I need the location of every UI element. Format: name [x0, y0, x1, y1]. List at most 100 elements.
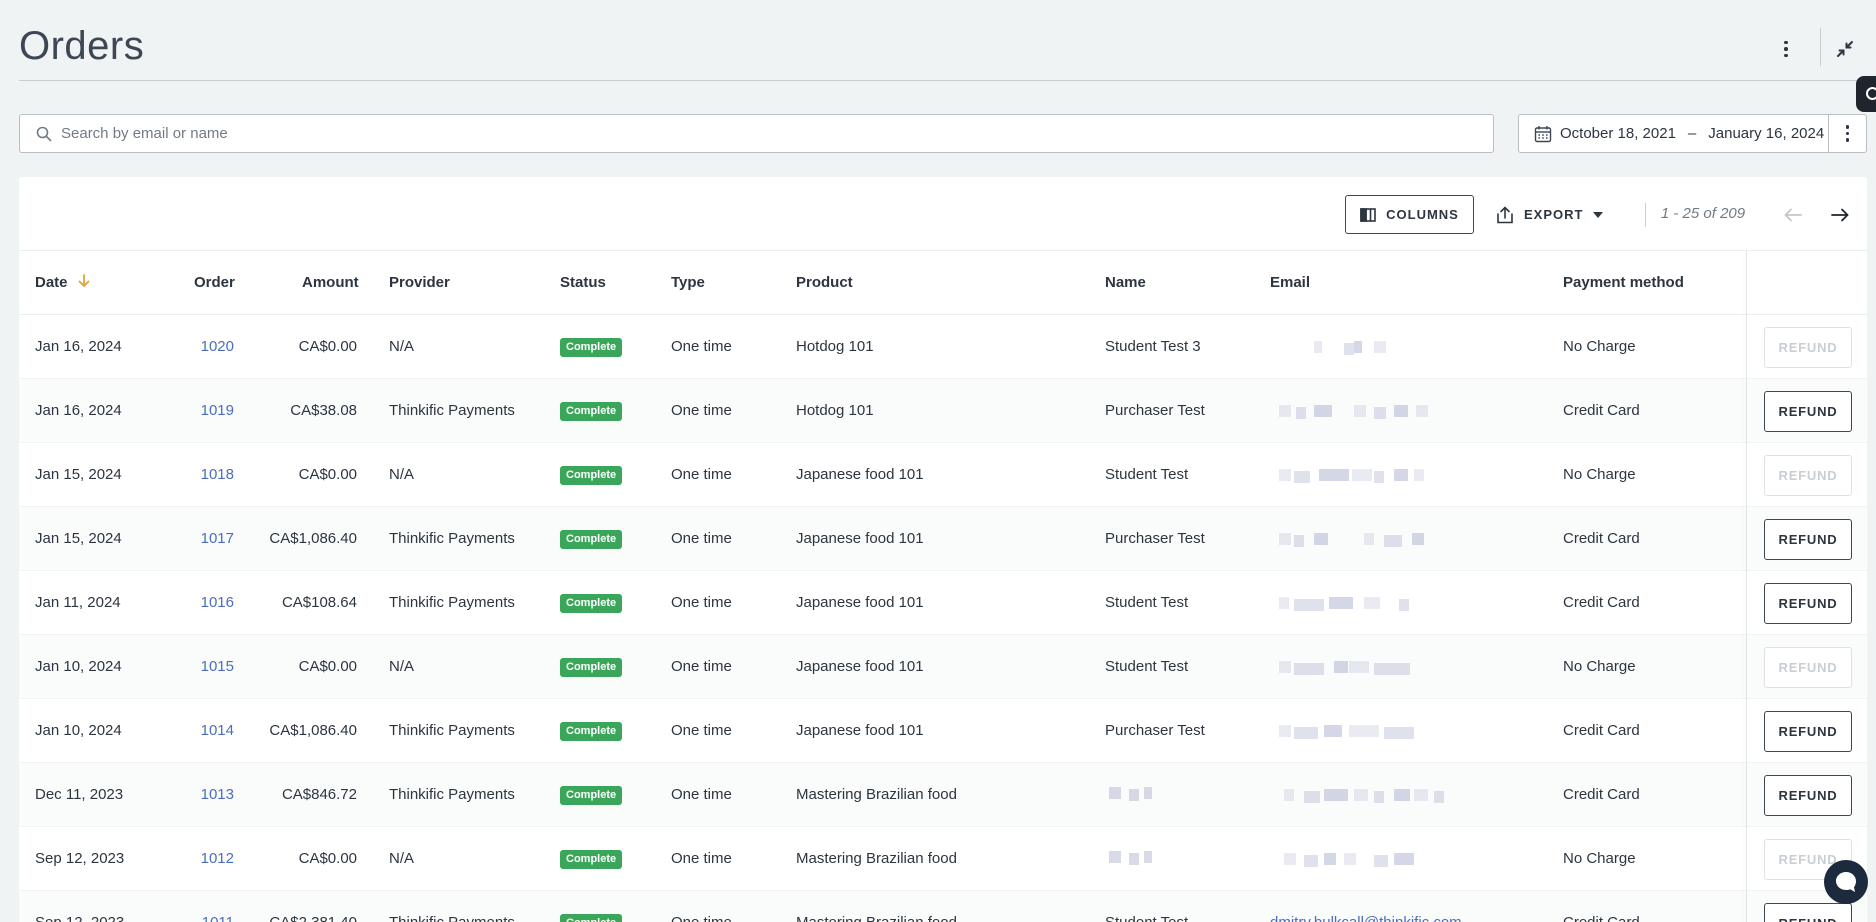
cell-payment-method: No Charge: [1563, 338, 1636, 355]
status-badge: Complete: [560, 529, 623, 549]
refund-button[interactable]: REFUND: [1764, 327, 1852, 368]
status-badge: Complete: [560, 401, 623, 421]
cell-amount: CA$0.00: [298, 658, 357, 675]
table-row[interactable]: Jan 15, 2024 1018 CA$0.00 N/A Complete One ti…: [19, 443, 1867, 507]
cell-product: Mastering Brazilian food: [796, 891, 957, 922]
redacted-email: [1274, 465, 1474, 489]
refund-button[interactable]: REFUND: [1764, 455, 1852, 496]
column-header-name[interactable]: Name: [1105, 251, 1146, 315]
column-header-provider[interactable]: Provider: [389, 251, 450, 315]
refund-button[interactable]: REFUND: [1764, 903, 1852, 922]
cell-payment-method: Credit Card: [1563, 402, 1640, 419]
column-header-amount[interactable]: Amount: [302, 251, 359, 315]
cell-payment-method: No Charge: [1563, 850, 1636, 867]
cell-provider: N/A: [389, 466, 415, 483]
cell-provider: N/A: [389, 338, 415, 355]
redacted-email: [1274, 593, 1474, 617]
column-header-email[interactable]: Email: [1270, 251, 1310, 315]
cell-type: One time: [671, 594, 732, 611]
toolbar-divider: [1645, 203, 1646, 227]
redacted-email: [1274, 785, 1474, 809]
search-placeholder: Search by email or name: [61, 125, 228, 142]
table-row[interactable]: Jan 16, 2024 1019 CA$38.08 Thinkific Paymen…: [19, 379, 1867, 443]
cell-type: One time: [671, 530, 732, 547]
column-header-type[interactable]: Type: [671, 251, 705, 315]
cell-name: Purchaser Test: [1105, 530, 1205, 547]
column-header-payment-method[interactable]: Payment method: [1563, 251, 1684, 315]
cell-product: Mastering Brazilian food: [796, 850, 957, 867]
cell-product: Mastering Brazilian food: [796, 786, 957, 803]
cell-type: One time: [671, 850, 732, 867]
orders-table-card: COLUMNS EXPORT 1 - 25 of 209 Date Order …: [19, 177, 1867, 922]
redacted-name: [1099, 849, 1249, 873]
cell-email-link[interactable]: dmitry.bulkcall@thinkific.com: [1270, 891, 1462, 922]
refund-button[interactable]: REFUND: [1764, 775, 1852, 816]
column-header-order[interactable]: Order: [194, 251, 235, 315]
calendar-icon: [1534, 125, 1552, 142]
cell-status: Complete: [560, 571, 623, 635]
cell-status: Complete: [560, 635, 623, 699]
page-title: Orders: [19, 24, 145, 68]
collapse-button[interactable]: [1830, 34, 1860, 64]
table-row[interactable]: Jan 10, 2024 1014 CA$1,086.40 Thinkific Pay…: [19, 699, 1867, 763]
status-badge: Complete: [560, 465, 623, 485]
table-row[interactable]: Dec 11, 2023 1013 CA$846.72 Thinkific Payme…: [19, 763, 1867, 827]
cell-payment-method: Credit Card: [1563, 594, 1640, 611]
cell-amount: CA$108.64: [281, 594, 357, 611]
redacted-email: [1274, 337, 1474, 361]
column-header-date-label: Date: [35, 274, 68, 291]
table-header: Date Order Amount Provider Status Type P…: [19, 251, 1867, 315]
table-row[interactable]: Jan 16, 2024 1020 CA$0.00 N/A Complete One ti…: [19, 315, 1867, 379]
cell-provider: Thinkific Payments: [389, 891, 515, 922]
date-range-picker[interactable]: October 18, 2021 – January 16, 2024: [1518, 114, 1829, 153]
chat-launcher-button[interactable]: [1824, 860, 1868, 904]
cell-payment-method: Credit Card: [1563, 891, 1640, 922]
cell-name: Student Test: [1105, 466, 1189, 483]
cell-amount: CA$2,381.40: [19, 891, 357, 922]
cell-name: Student Test 3: [1105, 338, 1201, 355]
cell-amount: CA$0.00: [298, 338, 357, 355]
cell-name: Purchaser Test: [1105, 402, 1205, 419]
export-button[interactable]: EXPORT: [1491, 195, 1609, 234]
cell-type: One time: [671, 402, 732, 419]
refund-button[interactable]: REFUND: [1764, 647, 1852, 688]
table-row[interactable]: Jan 15, 2024 1017 CA$1,086.40 Thinkific Pay…: [19, 507, 1867, 571]
columns-label: COLUMNS: [1386, 207, 1459, 222]
table-row[interactable]: Jan 11, 2024 1016 CA$108.64 Thinkific Payme…: [19, 571, 1867, 635]
cell-provider: Thinkific Payments: [389, 722, 515, 739]
date-range-options-button[interactable]: [1828, 114, 1867, 153]
refund-button[interactable]: REFUND: [1764, 711, 1852, 752]
cell-name: Student Test: [1105, 594, 1189, 611]
table-row[interactable]: Sep 12, 20231011CA$2,381.40Thinkific Pay…: [19, 891, 1867, 922]
redacted-email: [1274, 657, 1474, 681]
column-header-status[interactable]: Status: [560, 251, 606, 315]
next-page-button[interactable]: [1826, 201, 1854, 229]
cell-status: Complete: [560, 443, 623, 507]
status-badge: Complete: [560, 337, 623, 357]
refund-button[interactable]: REFUND: [1764, 583, 1852, 624]
status-badge: Complete: [560, 785, 623, 805]
column-header-date[interactable]: Date: [35, 251, 90, 315]
cell-payment-method: Credit Card: [1563, 722, 1640, 739]
cell-type: One time: [671, 722, 732, 739]
export-label: EXPORT: [1524, 207, 1584, 222]
sort-desc-icon: [78, 274, 90, 288]
cell-amount: CA$38.08: [290, 402, 357, 419]
export-icon: [1497, 205, 1513, 223]
column-header-product[interactable]: Product: [796, 251, 853, 315]
previous-page-button[interactable]: [1779, 201, 1807, 229]
date-range-end: January 16, 2024: [1708, 125, 1825, 142]
sticky-column-divider: [1746, 251, 1747, 922]
cell-payment-method: No Charge: [1563, 466, 1636, 483]
table-toolbar: COLUMNS EXPORT 1 - 25 of 209: [19, 177, 1867, 251]
columns-button[interactable]: COLUMNS: [1345, 195, 1474, 234]
cell-name: Purchaser Test: [1105, 722, 1205, 739]
refund-button[interactable]: REFUND: [1764, 519, 1852, 560]
collapse-icon: [1837, 41, 1853, 57]
table-row[interactable]: Jan 10, 2024 1015 CA$0.00 N/A Complete One ti…: [19, 635, 1867, 699]
table-row[interactable]: Sep 12, 2023 1012 CA$0.00 N/A Complete One ti…: [19, 827, 1867, 891]
help-tab[interactable]: [1856, 76, 1876, 112]
refund-button[interactable]: REFUND: [1764, 391, 1852, 432]
more-options-button[interactable]: [1771, 34, 1801, 64]
search-input[interactable]: Search by email or name: [19, 114, 1494, 153]
